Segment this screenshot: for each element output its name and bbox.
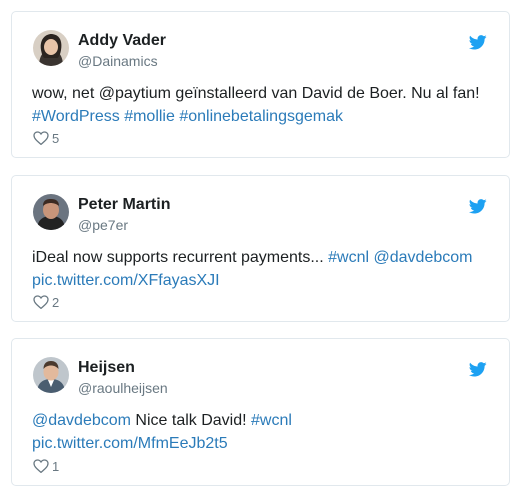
twitter-bird-icon[interactable] xyxy=(469,362,487,377)
tweet-card[interactable]: Heijsen @raoulheijsen @davdebcom Nice ta… xyxy=(11,338,510,486)
like-count: 2 xyxy=(52,294,60,310)
tweet-text: wow, net @paytium geïnstalleerd van Davi… xyxy=(32,82,497,128)
like-button[interactable]: 1 xyxy=(33,458,59,474)
twitter-bird-icon[interactable] xyxy=(469,35,487,50)
avatar[interactable] xyxy=(33,194,69,230)
author-name[interactable]: Heijsen xyxy=(78,359,135,377)
pic-link[interactable]: pic.twitter.com/XFfayasXJI xyxy=(32,272,220,289)
author-handle[interactable]: @raoulheijsen xyxy=(78,380,168,396)
author-name[interactable]: Peter Martin xyxy=(78,196,170,214)
hashtag-link[interactable]: #WordPress xyxy=(32,108,120,125)
avatar[interactable] xyxy=(33,357,69,393)
author-name[interactable]: Addy Vader xyxy=(78,32,166,50)
hashtag-link[interactable]: #onlinebetalingsgemak xyxy=(179,108,343,125)
tweet-feed: Addy Vader @Dainamics wow, net @paytium … xyxy=(0,0,525,502)
like-button[interactable]: 2 xyxy=(33,294,59,310)
hashtag-link[interactable]: #mollie xyxy=(124,108,175,125)
author-handle[interactable]: @Dainamics xyxy=(78,53,158,69)
twitter-bird-icon[interactable] xyxy=(469,199,487,214)
tweet-body: Nice talk David! xyxy=(135,412,247,429)
author-handle[interactable]: @pe7er xyxy=(78,217,128,233)
avatar[interactable] xyxy=(33,30,69,66)
tweet-text: iDeal now supports recurrent payments...… xyxy=(32,246,497,292)
tweet-body: wow, net @paytium geïnstalleerd van Davi… xyxy=(32,85,480,102)
mention-link[interactable]: @davdebcom xyxy=(374,249,473,266)
heart-icon xyxy=(33,131,49,145)
tweet-card[interactable]: Addy Vader @Dainamics wow, net @paytium … xyxy=(11,11,510,158)
hashtag-link[interactable]: #wcnl xyxy=(328,249,369,266)
hashtag-link[interactable]: #wcnl xyxy=(251,412,292,429)
like-count: 5 xyxy=(52,130,60,146)
pic-link[interactable]: pic.twitter.com/MfmEeJb2t5 xyxy=(32,435,228,452)
like-button[interactable]: 5 xyxy=(33,130,59,146)
heart-icon xyxy=(33,459,49,473)
tweet-body: iDeal now supports recurrent payments... xyxy=(32,249,324,266)
tweet-card[interactable]: Peter Martin @pe7er iDeal now supports r… xyxy=(11,175,510,322)
heart-icon xyxy=(33,295,49,309)
like-count: 1 xyxy=(52,458,60,474)
tweet-text: @davdebcom Nice talk David! #wcnl pic.tw… xyxy=(32,409,497,455)
mention-link[interactable]: @davdebcom xyxy=(32,412,131,429)
